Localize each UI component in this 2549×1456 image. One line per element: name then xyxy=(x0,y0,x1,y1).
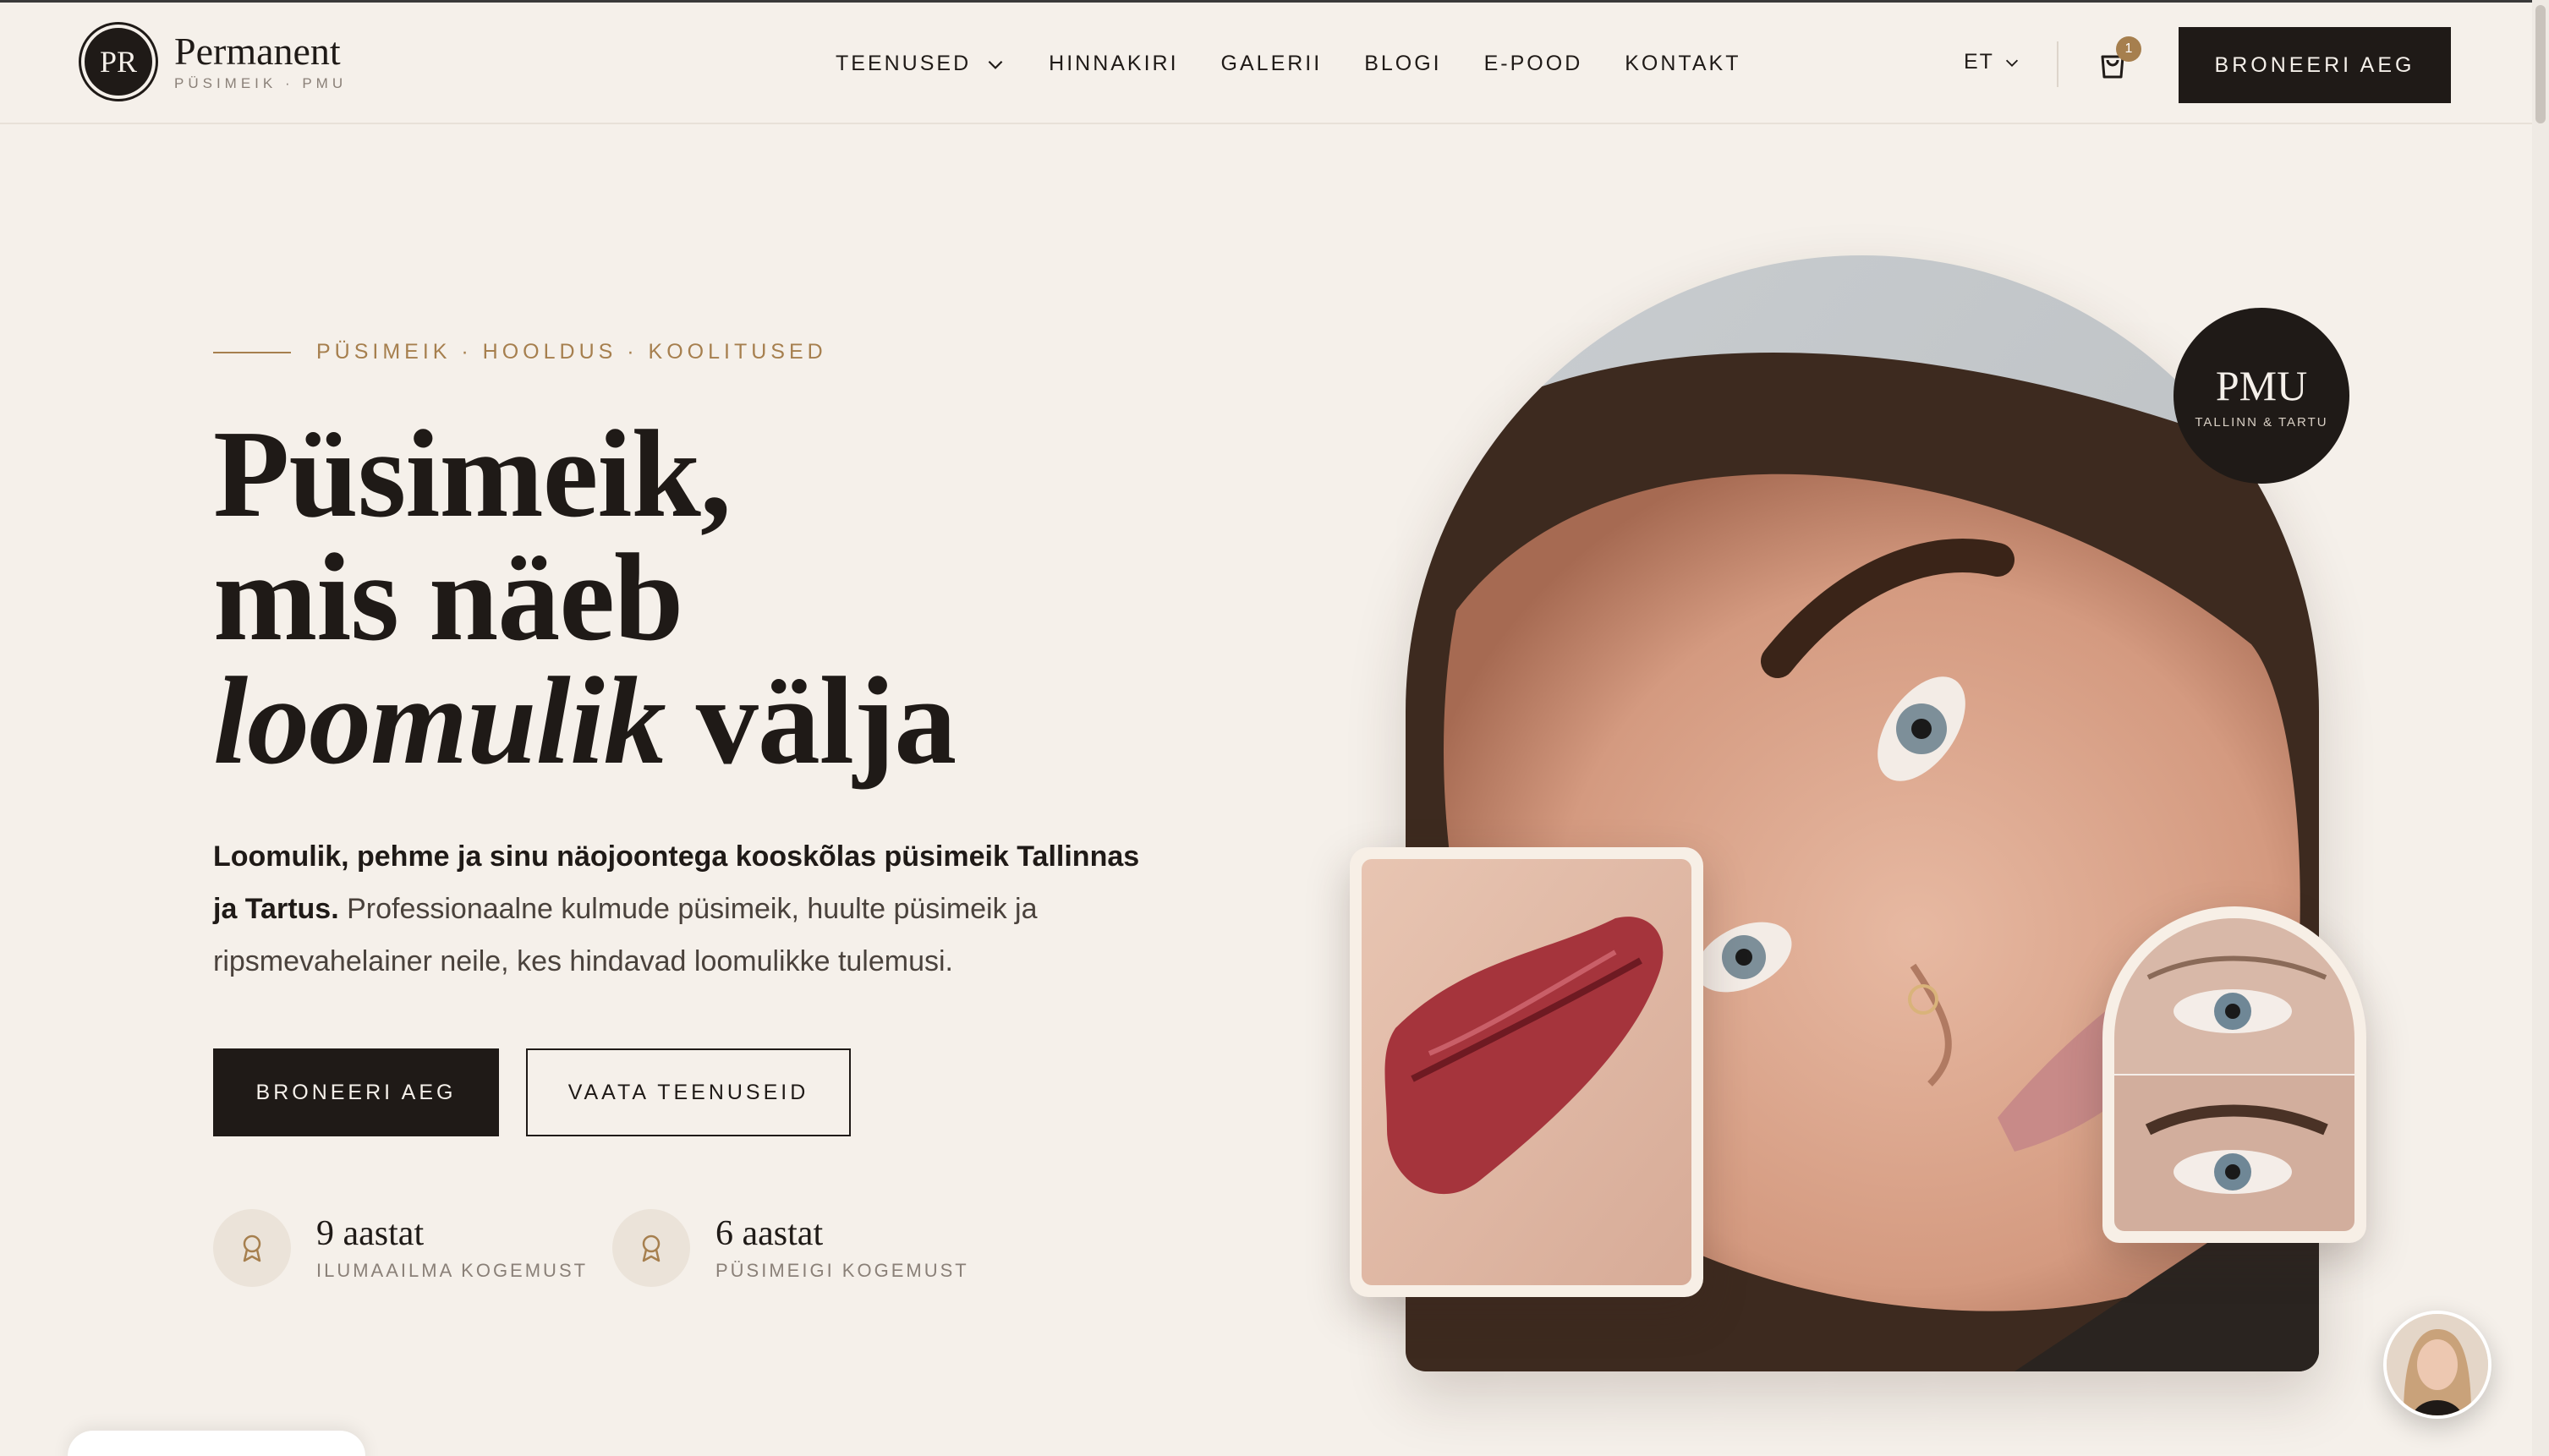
pmu-badge: PMU TALLINN & TARTU xyxy=(2174,308,2349,484)
headline-line-3-rest: välja xyxy=(665,652,957,791)
pmu-badge-subtitle: TALLINN & TARTU xyxy=(2195,414,2328,430)
chevron-down-icon xyxy=(988,60,1003,69)
cart-count-badge: 1 xyxy=(2116,36,2141,62)
stat-label: ILUMAAILMA KOGEMUST xyxy=(316,1260,589,1281)
view-services-cta[interactable]: VAATA TEENUSEID xyxy=(526,1048,851,1136)
stat-label: PÜSIMEIGI KOGEMUST xyxy=(715,1260,969,1281)
logo-name: Permanent xyxy=(174,30,341,73)
nav-item-kontakt[interactable]: KONTAKT xyxy=(1625,52,1740,76)
nav-item-galerii[interactable]: GALERII xyxy=(1221,52,1323,76)
nav-item-teenused[interactable]: TEENUSED xyxy=(836,52,1006,76)
award-icon xyxy=(213,1209,291,1287)
eyebrow-text: PÜSIMEIK · HOOLDUS · KOOLITUSED xyxy=(316,340,827,364)
scrollbar-thumb[interactable] xyxy=(2535,5,2546,123)
brow-before-after-image xyxy=(2102,906,2366,1243)
logo[interactable]: PR Permanent PÜSIMEIK · PMU xyxy=(79,22,347,101)
nav-item-label: BLOGI xyxy=(1364,52,1442,75)
avatar-icon xyxy=(2387,1314,2488,1415)
lips-result-image xyxy=(1350,847,1703,1297)
stat-value: 9 aastat xyxy=(316,1214,425,1253)
hero-eyebrow: PÜSIMEIK · HOOLDUS · KOOLITUSED xyxy=(213,340,827,364)
headline-line-1: Püsimeik, xyxy=(213,405,732,544)
logo-mark: PR xyxy=(79,22,158,101)
header-divider xyxy=(2057,41,2058,87)
stat-text: 9 aastat ILUMAAILMA KOGEMUST xyxy=(316,1214,588,1282)
nav-item-label: TEENUSED xyxy=(836,52,972,75)
hero-headline: Püsimeik, mis näeb loomulik välja xyxy=(213,412,957,784)
award-icon xyxy=(612,1209,690,1287)
chat-avatar-button[interactable] xyxy=(2383,1311,2491,1419)
site-header: PR Permanent PÜSIMEIK · PMU TEENUSED HIN… xyxy=(0,3,2532,124)
nav-item-blogi[interactable]: BLOGI xyxy=(1364,52,1441,76)
stat-value: 6 aastat xyxy=(715,1214,824,1253)
stat-text: 6 aastat PÜSIMEIGI KOGEMUST xyxy=(715,1214,969,1282)
nav-item-label: KONTAKT xyxy=(1625,52,1741,75)
nav-item-e-pood[interactable]: E-POOD xyxy=(1484,52,1583,76)
headline-italic-word: loomulik xyxy=(213,652,666,791)
headline-line-2: mis näeb xyxy=(213,528,683,667)
scrollbar[interactable] xyxy=(2532,0,2549,1456)
hero-lead: Loomulik, pehme ja sinu näojoontega koos… xyxy=(213,830,1143,988)
book-appointment-cta[interactable]: BRONEERI AEG xyxy=(213,1048,499,1136)
logo-subtitle: PÜSIMEIK · PMU xyxy=(174,75,348,91)
language-label: ET xyxy=(1964,50,1994,74)
book-appointment-button[interactable]: BRONEERI AEG xyxy=(2179,27,2451,103)
stat-pmu-experience: 6 aastat PÜSIMEIGI KOGEMUST xyxy=(612,1209,969,1287)
nav-item-label: GALERII xyxy=(1220,52,1323,75)
logo-text: Permanent PÜSIMEIK · PMU xyxy=(174,31,347,92)
language-selector[interactable]: ET xyxy=(1964,50,2021,74)
eyebrow-line xyxy=(213,351,291,353)
nav-item-hinnakiri[interactable]: HINNAKIRI xyxy=(1049,52,1178,76)
main-nav: TEENUSED HINNAKIRI GALERII BLOGI E-POOD … xyxy=(836,52,1740,76)
stat-beauty-experience: 9 aastat ILUMAAILMA KOGEMUST xyxy=(213,1209,588,1287)
pmu-badge-title: PMU xyxy=(2215,361,2308,409)
bottom-floating-panel[interactable] xyxy=(68,1431,365,1456)
nav-item-label: E-POOD xyxy=(1483,52,1583,75)
chevron-down-icon xyxy=(2005,59,2019,67)
nav-item-label: HINNAKIRI xyxy=(1049,52,1179,75)
